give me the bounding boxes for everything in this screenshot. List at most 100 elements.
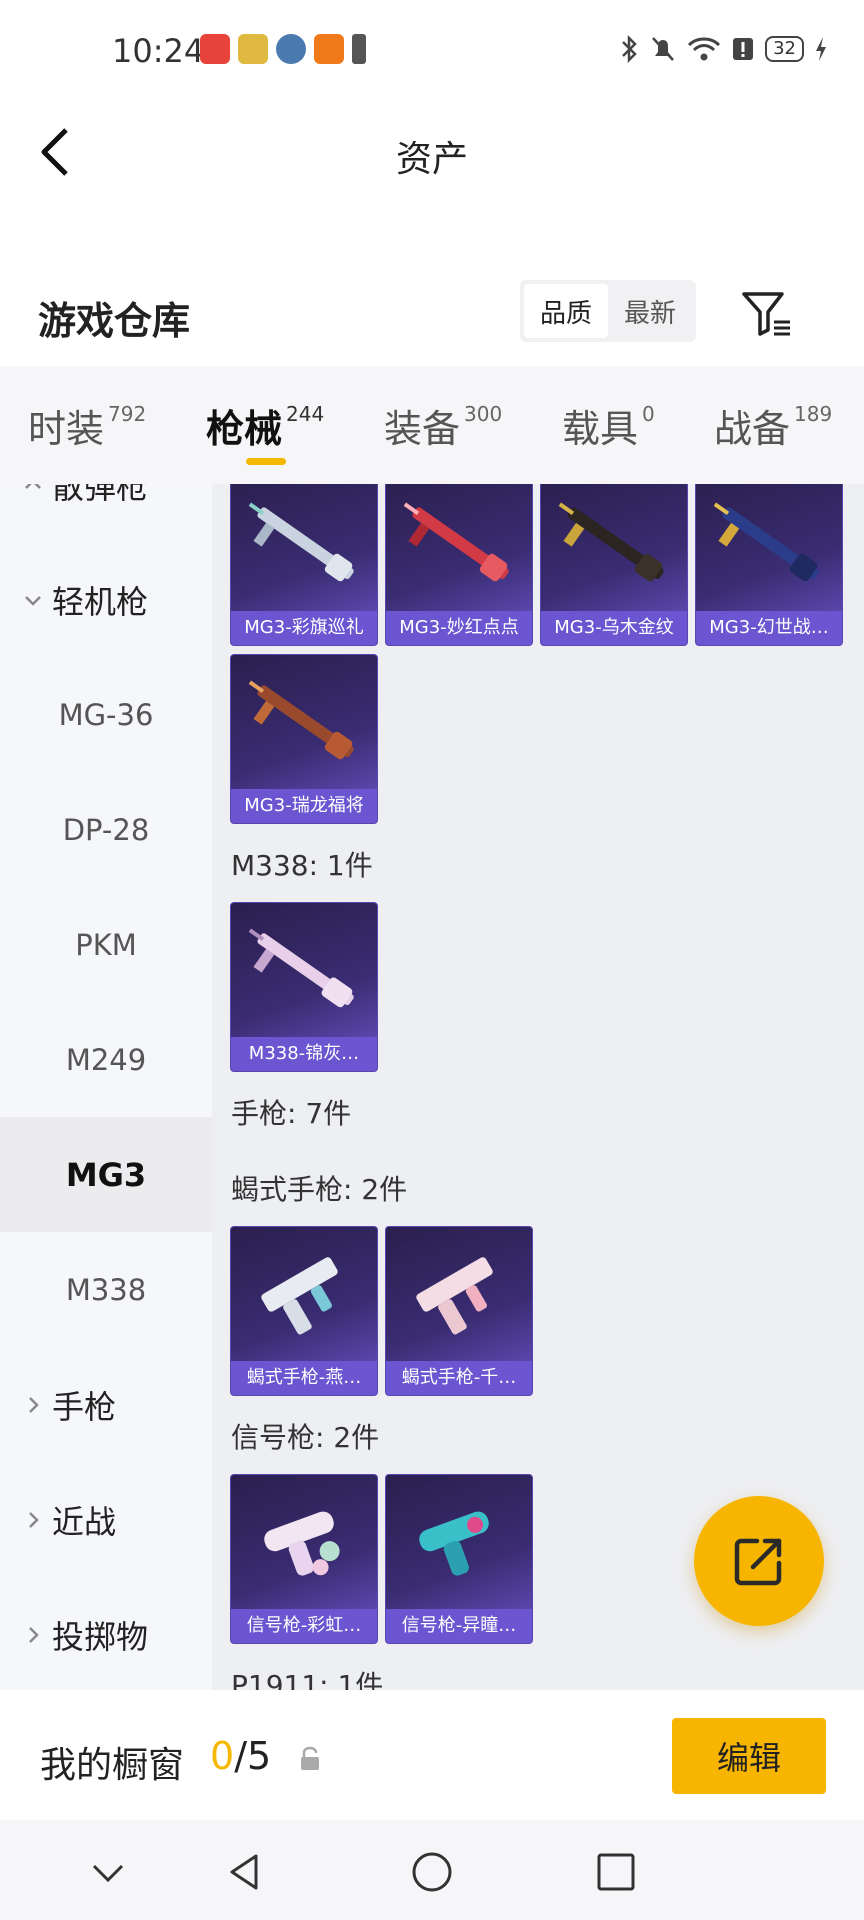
huawei-app-icon [200, 34, 230, 64]
sidebar-item-label: 投掷物 [52, 1617, 149, 1656]
weapon-card[interactable]: MG3-瑞龙福将 [230, 654, 378, 824]
pistol-skin-image [261, 1257, 338, 1335]
weapon-card[interactable]: M338-锦灰… [230, 902, 378, 1072]
section-title: M338: 1件 [231, 849, 373, 882]
mute-icon [652, 37, 675, 61]
sidebar-item-m338[interactable]: M338 [0, 1232, 212, 1347]
section-title: 手枪: 7件 [231, 1097, 352, 1130]
system-nav-bar [0, 1820, 864, 1920]
sidebar-item-melee[interactable]: 近战 [0, 1462, 212, 1577]
section-title: P1911: 1件 [231, 1669, 384, 1690]
showcase-bar: 我的橱窗 0/5 编辑 [0, 1690, 864, 1820]
sidebar-item-label: 轻机枪 [52, 582, 149, 621]
globe-app-icon [276, 34, 306, 64]
tab-label: 战备 [714, 407, 791, 451]
pistol-skin-image [419, 1511, 489, 1576]
charging-icon [816, 37, 826, 61]
weapon-card[interactable]: MG3-妙红点点 [385, 484, 533, 646]
alert-icon [352, 34, 366, 64]
weapon-card-label: 信号枪-异瞳… [386, 1609, 532, 1643]
showcase-count-total: /5 [234, 1734, 272, 1778]
collapse-icon[interactable] [86, 1850, 130, 1894]
tab-count: 300 [464, 402, 503, 426]
lock-icon [301, 1746, 319, 1770]
sidebar-item-mg3[interactable]: MG3 [0, 1117, 212, 1232]
repository-title: 游戏仓库 [38, 299, 191, 343]
sidebar-item-throwables[interactable]: 投掷物 [0, 1577, 212, 1690]
sidebar-item-shotgun[interactable]: 散弹枪 [0, 484, 212, 542]
weapon-card[interactable]: MG3-幻世战… [695, 484, 843, 646]
tab-equipment[interactable]: 装备 300 [384, 398, 502, 453]
share-edit-icon [734, 1538, 782, 1586]
edit-button[interactable]: 编辑 [672, 1718, 826, 1794]
filter-button[interactable] [738, 286, 794, 342]
nav-back-icon[interactable] [224, 1850, 268, 1894]
tab-vehicles[interactable]: 载具 0 [562, 398, 655, 453]
tab-firearms[interactable]: 枪械 244 [206, 398, 324, 453]
weapon-card[interactable]: 信号枪-彩虹… [230, 1474, 378, 1644]
repository-bar: 游戏仓库 品质 最新 [0, 270, 864, 360]
weapon-card[interactable]: MG3-彩旗巡礼 [230, 484, 378, 646]
bluetooth-icon [622, 34, 637, 64]
battery-icon: 32 [765, 36, 804, 62]
weapon-card[interactable]: 蝎式手枪-千… [385, 1226, 533, 1396]
showcase-count-current: 0 [210, 1734, 235, 1778]
tab-fashion[interactable]: 时装 792 [28, 398, 146, 453]
sidebar-item-label: 近战 [52, 1502, 117, 1541]
tab-label: 枪械 [206, 407, 283, 451]
tab-label: 载具 [562, 407, 639, 451]
weapon-card-label: MG3-幻世战… [696, 611, 842, 645]
sidebar-item-pkm[interactable]: PKM [0, 887, 212, 1002]
chevron-right-icon [29, 1511, 39, 1528]
filter-icon [742, 292, 790, 336]
tab-label: 装备 [384, 407, 461, 451]
sidebar-item-lmg[interactable]: 轻机枪 [0, 542, 212, 657]
tab-count: 244 [286, 402, 325, 426]
system-icons: 32 [619, 34, 828, 64]
pistol-skin-image [264, 1511, 340, 1576]
share-fab-button[interactable] [694, 1496, 824, 1626]
pistol-skin-image [416, 1257, 493, 1335]
lmg-skin-image [713, 502, 819, 582]
weapon-card-label: MG3-妙红点点 [386, 611, 532, 645]
lmg-skin-image [248, 928, 354, 1008]
weapon-card[interactable]: 蝎式手枪-燕… [230, 1226, 378, 1396]
tab-count: 792 [108, 402, 147, 426]
nav-home-icon[interactable] [410, 1850, 454, 1894]
section-title: 信号枪: 2件 [231, 1421, 380, 1454]
sidebar-item-label: 散弹枪 [52, 484, 149, 506]
lmg-skin-image [403, 502, 509, 582]
category-tabs: 时装 792 枪械 244 装备 300 载具 0 战备 189 [0, 366, 864, 484]
status-time: 10:24 [112, 32, 205, 70]
weapon-card-label: MG3-彩旗巡礼 [231, 611, 377, 645]
sort-quality-button[interactable]: 品质 [524, 284, 608, 338]
weapon-card[interactable]: MG3-乌木金纹 [540, 484, 688, 646]
showcase-count: 0/5 [210, 1734, 271, 1778]
sidebar-item-m249[interactable]: M249 [0, 1002, 212, 1117]
lmg-skin-image [558, 502, 664, 582]
tab-count: 189 [794, 402, 833, 426]
alert-icon [733, 38, 754, 60]
chevron-up-icon [25, 484, 41, 489]
nav-recents-icon[interactable] [594, 1850, 638, 1894]
notification-icons [200, 34, 366, 64]
lmg-skin-image [248, 502, 354, 582]
weapon-card-label: M338-锦灰… [231, 1037, 377, 1071]
sort-newest-button[interactable]: 最新 [608, 284, 692, 338]
chevron-right-icon [29, 1626, 39, 1643]
orange-app-icon [314, 34, 344, 64]
sidebar-item-pistol[interactable]: 手枪 [0, 1347, 212, 1462]
tab-count: 0 [642, 402, 655, 426]
active-tab-indicator [246, 458, 286, 465]
tab-supplies[interactable]: 战备 189 [714, 398, 832, 453]
weapon-card-label: 蝎式手枪-千… [386, 1361, 532, 1395]
lmg-skin-image [248, 680, 354, 760]
game-app-icon [238, 34, 268, 64]
weapon-card[interactable]: 信号枪-异瞳… [385, 1474, 533, 1644]
weapon-card-label: 信号枪-彩虹… [231, 1609, 377, 1643]
sidebar-item-dp28[interactable]: DP-28 [0, 772, 212, 887]
sidebar-item-mg36[interactable]: MG-36 [0, 657, 212, 772]
weapon-card-label: 蝎式手枪-燕… [231, 1361, 377, 1395]
page-header: 资产 [0, 100, 864, 208]
chevron-down-icon [25, 595, 41, 606]
